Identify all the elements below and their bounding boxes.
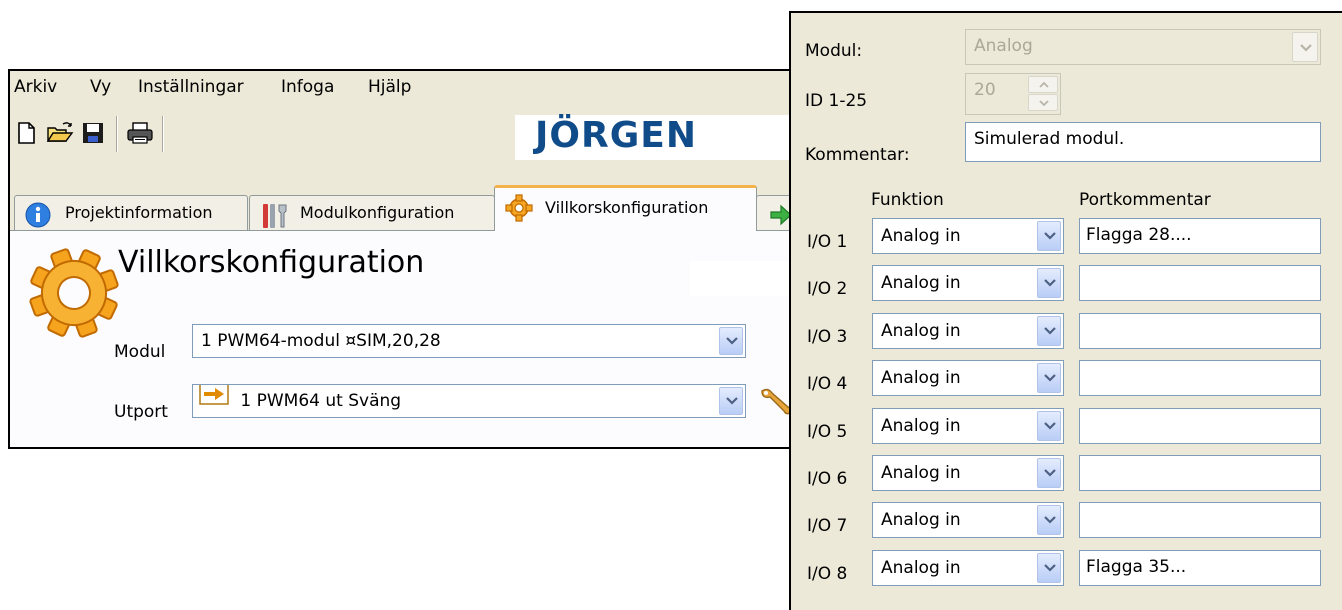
io-portkommentar-value: Flagga 35... [1086, 557, 1187, 577]
io-funktion-value: Analog in [881, 273, 961, 293]
id-spinner: 20 [965, 73, 1061, 115]
io-portkommentar-input[interactable] [1079, 313, 1321, 349]
kommentar-value: Simulerad modul. [974, 129, 1125, 149]
spin-up-icon [1028, 76, 1058, 93]
toolbar-separator [162, 116, 164, 152]
menu-hjalp[interactable]: Hjälp [368, 77, 411, 97]
io-label: I/O 5 [807, 422, 848, 442]
tab-modulkonfiguration[interactable]: Modulkonfiguration [249, 195, 495, 231]
blank-panel [690, 261, 800, 296]
io-funktion-select[interactable]: Analog in [872, 550, 1064, 586]
io-label: I/O 2 [807, 279, 848, 299]
io-label: I/O 6 [807, 469, 848, 489]
new-document-icon[interactable] [14, 121, 40, 145]
id-value: 20 [974, 80, 996, 100]
io-funktion-select[interactable]: Analog in [872, 218, 1064, 254]
io-portkommentar-input[interactable]: Flagga 35... [1079, 550, 1321, 586]
tab-label: Projektinformation [65, 203, 213, 222]
io-portkommentar-input[interactable]: Flagga 28.... [1079, 218, 1321, 254]
io-funktion-value: Analog in [881, 416, 961, 436]
chevron-down-icon[interactable] [719, 387, 743, 415]
io-funktion-select[interactable]: Analog in [872, 313, 1064, 349]
modul-type-select: Analog [965, 29, 1321, 65]
io-funktion-value: Analog in [881, 368, 961, 388]
tab-label: Modulkonfiguration [300, 203, 455, 222]
arrow-right-icon [199, 385, 229, 416]
io-portkommentar-input[interactable] [1079, 265, 1321, 301]
io-label: I/O 1 [807, 232, 848, 252]
io-label: I/O 4 [807, 374, 848, 394]
toolbar-separator [116, 116, 118, 152]
save-icon[interactable] [80, 121, 106, 145]
id-label: ID 1-25 [805, 91, 868, 111]
gear-large-icon [24, 241, 124, 341]
chevron-down-icon[interactable] [1037, 316, 1061, 346]
print-icon[interactable] [126, 121, 153, 145]
modul-label: Modul [114, 342, 166, 362]
io-label: I/O 8 [807, 564, 848, 584]
page-title: Villkorskonfiguration [118, 245, 425, 280]
portkommentar-header: Portkommentar [1079, 190, 1211, 210]
chevron-down-icon[interactable] [1037, 458, 1061, 488]
menu-installningar[interactable]: Inställningar [138, 77, 244, 97]
module-config-panel: Modul: Analog ID 1-25 20 Kommentar: Simu… [789, 11, 1342, 610]
io-funktion-value: Analog in [881, 226, 961, 246]
modul-select-value: 1 PWM64-modul ¤SIM,20,28 [201, 331, 441, 351]
brand-logo: JÖRGEN [535, 115, 697, 156]
tab-label: Villkorskonfiguration [545, 198, 709, 217]
io-portkommentar-value: Flagga 28.... [1086, 225, 1192, 245]
tab-strip: Projektinformation Modulkonfiguration Vi… [10, 185, 806, 233]
io-funktion-value: Analog in [881, 510, 961, 530]
chevron-down-icon [1292, 32, 1318, 62]
tab-content: Villkorskonfiguration Modul 1 PWM64-modu… [10, 230, 806, 447]
io-funktion-select[interactable]: Analog in [872, 360, 1064, 396]
main-window: Arkiv Vy Inställningar Infoga Hjälp JÖRG… [8, 69, 808, 449]
tools-icon [260, 202, 287, 228]
spin-down-icon [1028, 94, 1058, 111]
tab-projektinformation[interactable]: Projektinformation [14, 195, 248, 231]
open-folder-icon[interactable] [46, 121, 74, 145]
menu-arkiv[interactable]: Arkiv [14, 77, 57, 97]
io-label: I/O 3 [807, 327, 848, 347]
menu-infoga[interactable]: Infoga [281, 77, 334, 97]
chevron-down-icon[interactable] [1037, 268, 1061, 298]
utport-select-value: 1 PWM64 ut Sväng [240, 391, 402, 411]
brand-area: JÖRGEN [515, 115, 806, 160]
chevron-down-icon[interactable] [1037, 553, 1061, 583]
io-funktion-value: Analog in [881, 558, 961, 578]
io-portkommentar-input[interactable] [1079, 455, 1321, 491]
menu-vy[interactable]: Vy [90, 77, 111, 97]
io-funktion-select[interactable]: Analog in [872, 455, 1064, 491]
modul-label: Modul: [805, 41, 863, 61]
modul-select[interactable]: 1 PWM64-modul ¤SIM,20,28 [192, 324, 746, 358]
io-label: I/O 7 [807, 516, 848, 536]
io-portkommentar-input[interactable] [1079, 360, 1321, 396]
tab-villkorskonfiguration[interactable]: Villkorskonfiguration [494, 185, 757, 231]
chevron-down-icon[interactable] [719, 327, 743, 355]
kommentar-input[interactable]: Simulerad modul. [965, 122, 1321, 162]
utport-label: Utport [114, 402, 168, 422]
gear-icon [505, 194, 533, 222]
spinner-buttons [1028, 76, 1058, 112]
io-funktion-select[interactable]: Analog in [872, 265, 1064, 301]
chevron-down-icon[interactable] [1037, 221, 1061, 251]
menubar: Arkiv Vy Inställningar Infoga Hjälp [10, 71, 806, 107]
chevron-down-icon[interactable] [1037, 411, 1061, 441]
io-funktion-value: Analog in [881, 321, 961, 341]
io-portkommentar-input[interactable] [1079, 408, 1321, 444]
io-funktion-select[interactable]: Analog in [872, 502, 1064, 538]
kommentar-label: Kommentar: [805, 145, 910, 165]
info-icon [25, 202, 51, 228]
utport-select[interactable]: 1 PWM64 ut Sväng [192, 384, 746, 418]
io-funktion-value: Analog in [881, 463, 961, 483]
chevron-down-icon[interactable] [1037, 505, 1061, 535]
io-funktion-select[interactable]: Analog in [872, 408, 1064, 444]
funktion-header: Funktion [871, 190, 944, 210]
chevron-down-icon[interactable] [1037, 363, 1061, 393]
modul-type-value: Analog [974, 36, 1033, 56]
io-portkommentar-input[interactable] [1079, 502, 1321, 538]
